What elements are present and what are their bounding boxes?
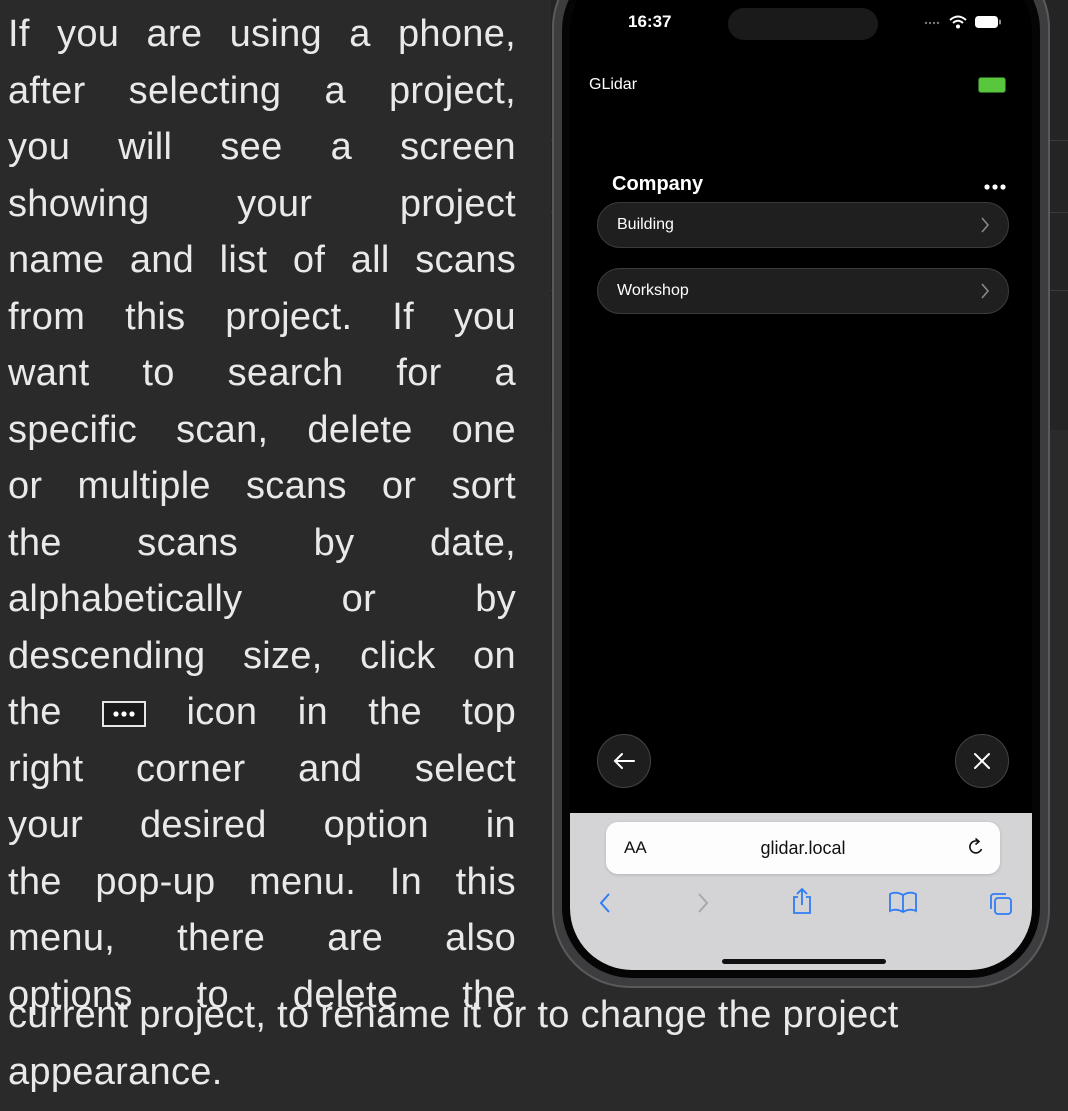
project-title: Company xyxy=(612,173,704,195)
wifi-icon xyxy=(949,15,967,29)
text-line: right corner and select xyxy=(8,747,516,790)
list-item[interactable]: Workshop xyxy=(597,268,1009,314)
text-line: after selecting a project, xyxy=(8,69,516,112)
instruction-text-continued: current project, to rename it or to chan… xyxy=(8,987,1064,1100)
share-icon[interactable] xyxy=(790,887,814,915)
reload-icon[interactable] xyxy=(966,836,986,858)
text-line: you will see a screen xyxy=(8,126,516,168)
connection-status-indicator xyxy=(978,77,1006,93)
text-line: the pop-up menu. In this xyxy=(8,860,516,903)
text-line: If you are using a phone, xyxy=(8,13,516,55)
text-line-with-icon: the icon in the top xyxy=(8,684,516,741)
address-bar[interactable]: AA glidar.local xyxy=(606,822,1000,874)
scan-label: Building xyxy=(617,216,674,233)
text-line: want to search for a xyxy=(8,352,516,394)
close-button[interactable] xyxy=(955,734,1009,788)
arrow-left-icon xyxy=(613,753,635,769)
forward-chevron-icon[interactable] xyxy=(696,891,710,915)
chevron-right-icon xyxy=(981,283,990,299)
text-line: your desired option in xyxy=(8,804,516,846)
text-line: appearance. xyxy=(8,1050,223,1093)
bookmarks-icon[interactable] xyxy=(888,891,918,913)
back-chevron-icon[interactable] xyxy=(598,891,612,915)
instruction-text: If you are using a phone, after selectin… xyxy=(8,6,516,1023)
more-dots-icon xyxy=(102,701,147,727)
text-line: specific scan, delete one xyxy=(8,408,516,451)
text-line: current project, to rename it or to chan… xyxy=(8,994,899,1036)
text-fragment: the xyxy=(8,691,62,733)
phone-bezel: 16:37 GLidar Company Building Workshop A… xyxy=(562,0,1040,978)
app-title: GLidar xyxy=(589,76,638,93)
chevron-right-icon xyxy=(981,217,990,233)
scan-label: Workshop xyxy=(617,282,689,299)
text-line: from this project. If you xyxy=(8,295,516,338)
dynamic-island xyxy=(728,8,878,40)
battery-icon xyxy=(975,16,1001,28)
text-line: alphabetically or by xyxy=(8,578,516,620)
url-text: glidar.local xyxy=(760,838,846,858)
text-fragment: icon in the top xyxy=(186,691,517,733)
list-item[interactable]: Building xyxy=(597,202,1009,248)
status-icons xyxy=(924,15,1002,29)
browser-toolbar: AA glidar.local xyxy=(570,813,1032,970)
status-time: 16:37 xyxy=(628,12,672,31)
close-icon xyxy=(974,753,990,769)
text-line: showing your project xyxy=(8,182,516,225)
text-line: name and list of all scans xyxy=(8,239,516,281)
tabs-icon[interactable] xyxy=(988,891,1014,917)
back-button[interactable] xyxy=(597,734,651,788)
text-line: the scans by date, xyxy=(8,521,516,564)
signal-icon xyxy=(924,21,940,25)
text-line: or multiple scans or sort xyxy=(8,465,516,507)
home-indicator xyxy=(722,959,886,964)
text-line: menu, there are also xyxy=(8,917,516,959)
more-dots-icon[interactable] xyxy=(980,178,1010,196)
phone-screen: 16:37 GLidar Company Building Workshop A… xyxy=(570,0,1032,970)
phone-frame: 16:37 GLidar Company Building Workshop A… xyxy=(552,0,1050,988)
text-line: descending size, click on xyxy=(8,634,516,677)
